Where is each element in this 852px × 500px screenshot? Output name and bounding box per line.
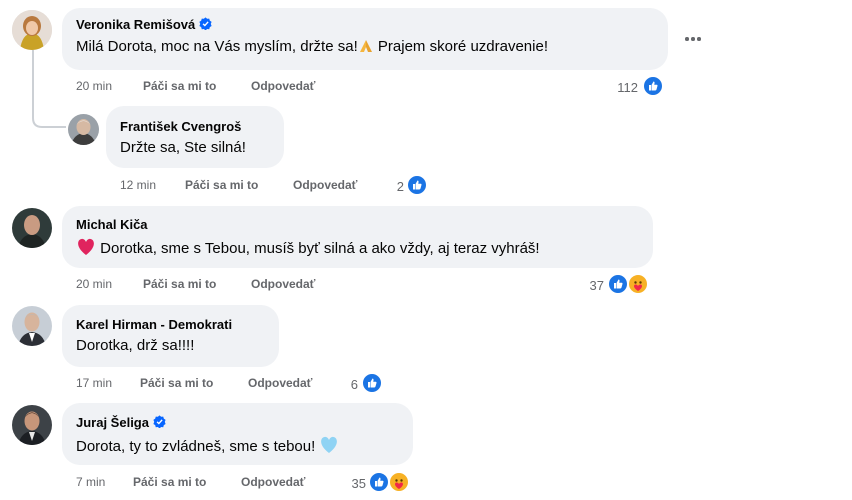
reactions-count[interactable]: 112 bbox=[600, 80, 638, 95]
avatar[interactable] bbox=[12, 306, 52, 346]
comment-author[interactable]: Karel Hirman - Demokrati bbox=[76, 317, 232, 332]
comment-author[interactable]: Juraj Šeliga bbox=[76, 415, 166, 430]
red-heart-emoji-icon bbox=[78, 238, 94, 255]
comment-bubble bbox=[62, 305, 279, 367]
light-blue-heart-emoji-icon bbox=[321, 436, 338, 453]
comment-author[interactable]: Veronika Remišová bbox=[76, 17, 212, 32]
like-button[interactable]: Páči sa mi to bbox=[143, 277, 216, 291]
comment-time[interactable]: 20 min bbox=[76, 277, 112, 291]
comment-author[interactable]: František Cvengroš bbox=[120, 119, 241, 134]
reply-button[interactable]: Odpovedať bbox=[248, 376, 312, 390]
like-reaction-icon[interactable] bbox=[642, 75, 664, 97]
comment-time[interactable]: 7 min bbox=[76, 475, 105, 489]
comment-text: Držte sa, Ste silná! bbox=[120, 139, 246, 156]
care-reaction-icon[interactable] bbox=[627, 273, 649, 295]
like-reaction-icon[interactable] bbox=[368, 471, 390, 493]
avatar[interactable] bbox=[12, 405, 52, 445]
reactions-count[interactable]: 6 bbox=[340, 377, 358, 392]
reply-button[interactable]: Odpovedať bbox=[251, 277, 315, 291]
like-button[interactable]: Páči sa mi to bbox=[143, 79, 216, 93]
comment-bubble bbox=[106, 106, 284, 168]
care-reaction-icon[interactable] bbox=[388, 471, 410, 493]
like-reaction-icon[interactable] bbox=[607, 273, 629, 295]
like-button[interactable]: Páči sa mi to bbox=[140, 376, 213, 390]
comment-time[interactable]: 20 min bbox=[76, 79, 112, 93]
comment-bubble bbox=[62, 403, 413, 465]
reactions-count[interactable]: 2 bbox=[380, 179, 404, 194]
comment-author[interactable]: Michal Kiča bbox=[76, 217, 148, 232]
avatar[interactable] bbox=[12, 10, 52, 50]
like-reaction-icon[interactable] bbox=[361, 372, 383, 394]
verified-badge-icon bbox=[153, 415, 166, 428]
folded-hands-emoji-icon bbox=[359, 40, 372, 52]
author-name[interactable]: Juraj Šeliga bbox=[76, 415, 149, 430]
avatar[interactable] bbox=[12, 208, 52, 248]
author-name[interactable]: Veronika Remišová bbox=[76, 17, 195, 32]
comment-text: Milá Dorota, moc na Vás myslím, držte sa… bbox=[76, 38, 548, 55]
comment-bubble bbox=[62, 206, 653, 268]
reactions-count[interactable]: 35 bbox=[336, 476, 366, 491]
reactions-count[interactable]: 37 bbox=[572, 278, 604, 293]
comment-text: Dorota, ty to zvládneš, sme s tebou! bbox=[76, 436, 339, 455]
comment-time[interactable]: 12 min bbox=[120, 178, 156, 192]
more-options-icon[interactable] bbox=[683, 35, 703, 43]
like-button[interactable]: Páči sa mi to bbox=[133, 475, 206, 489]
reply-button[interactable]: Odpovedať bbox=[251, 79, 315, 93]
like-reaction-icon[interactable] bbox=[406, 174, 428, 196]
comment-time[interactable]: 17 min bbox=[76, 376, 112, 390]
avatar[interactable] bbox=[68, 114, 99, 145]
reply-button[interactable]: Odpovedať bbox=[241, 475, 305, 489]
comment-text: Dorotka, sme s Tebou, musíš byť silná a … bbox=[76, 238, 540, 257]
verified-badge-icon bbox=[199, 17, 212, 30]
reply-button[interactable]: Odpovedať bbox=[293, 178, 357, 192]
comment-text: Dorotka, drž sa!!!! bbox=[76, 337, 195, 354]
like-button[interactable]: Páči sa mi to bbox=[185, 178, 258, 192]
